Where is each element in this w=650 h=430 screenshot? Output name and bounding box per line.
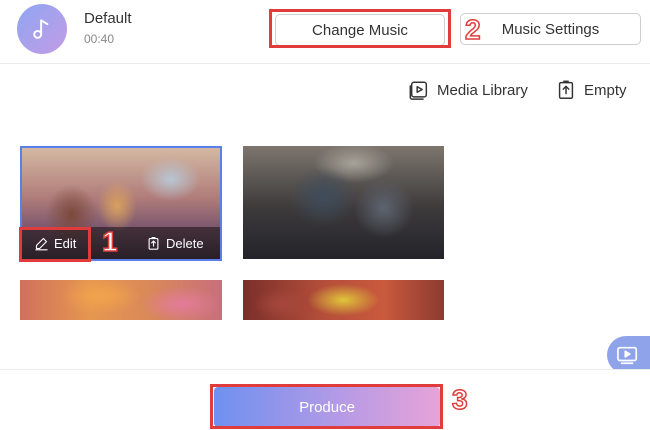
step-three-marker: 3 [451,384,468,415]
empty-label: Empty [584,81,627,99]
step-one-marker: 1 [101,226,118,257]
clip-thumbnail [243,146,444,259]
media-clip-4[interactable] [243,280,444,320]
media-library-icon [409,81,428,100]
step-two-marker: 2 [464,14,481,45]
media-library-label: Media Library [437,81,528,99]
produce-button[interactable]: Produce [214,387,440,427]
change-music-button[interactable]: Change Music [275,14,445,46]
delete-button[interactable]: Delete [146,236,204,251]
music-note-icon [17,4,67,54]
media-clip-2[interactable] [243,146,444,259]
preview-icon [617,346,638,365]
edit-label: Edit [54,236,77,251]
music-duration: 00:40 [84,32,115,46]
trash-icon [148,237,159,250]
edit-button[interactable]: Edit [34,236,76,251]
media-clip-3[interactable] [20,280,222,320]
trash-icon [558,80,574,99]
clip-actions-bar: Edit Delete [22,227,220,259]
clip-thumbnail [20,280,222,320]
media-clip-1[interactable]: Edit Delete [20,146,222,261]
music-title: Default [84,10,132,27]
delete-label: Delete [166,236,204,251]
clip-thumbnail [243,280,444,320]
empty-button[interactable]: Empty [555,78,627,102]
music-settings-button[interactable]: Music Settings [460,13,641,45]
media-library-button[interactable]: Media Library [408,78,528,102]
pencil-icon [35,237,48,251]
